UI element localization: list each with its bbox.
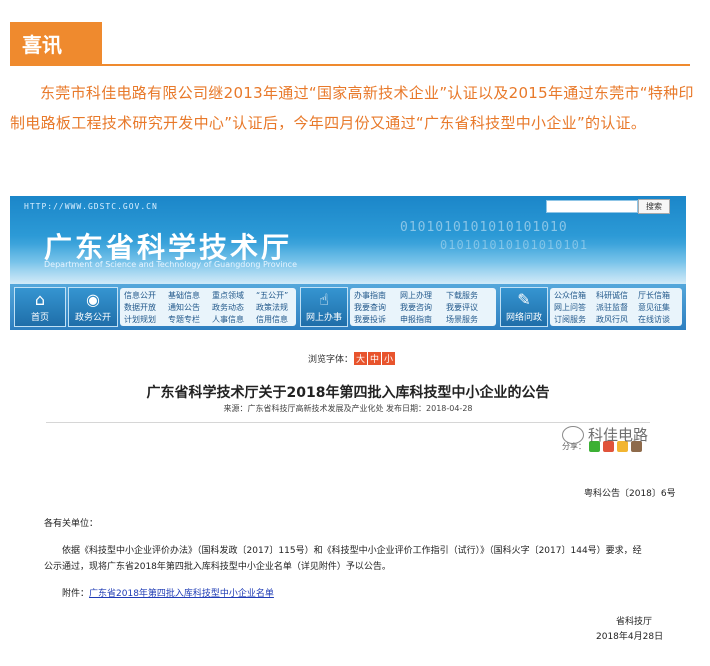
- nav-link[interactable]: 我要评议: [446, 302, 478, 314]
- attach-label: 附件：: [62, 589, 90, 599]
- nav-link[interactable]: “五公开”: [256, 290, 288, 302]
- site-nav: ⌂ 首页 ◉ 政务公开 信息公开 数据开放 计划规划 基础信息 通知公告 专题专栏 重点…: [10, 284, 686, 330]
- nav-link[interactable]: 政务动态: [212, 302, 244, 314]
- nav-link[interactable]: 人事信息: [212, 314, 244, 326]
- watermark-text: 科佳电路: [588, 426, 649, 444]
- doc-meta: 来源：广东省科技厅高新技术发展及产业化处 发布日期：2018-04-28: [223, 404, 473, 413]
- site-search-button[interactable]: 搜索: [638, 199, 670, 214]
- nav-affairs-label: 政务公开: [74, 313, 111, 323]
- attachment-link[interactable]: 广东省2018年第四批入库科技型中小企业名单: [89, 589, 274, 599]
- nav-link[interactable]: 派驻监督: [596, 302, 628, 314]
- doc-date: 2018年4月28日: [596, 632, 664, 642]
- doc-salutation: 各有关单位：: [44, 519, 99, 529]
- nav-home[interactable]: ⌂ 首页: [14, 287, 66, 327]
- nav-net-qa[interactable]: ✎ 网络问政: [500, 287, 548, 327]
- qa-links: 公众信箱 网上问答 订阅服务 科研诚信 派驻监督 政风行风 厅长信箱 意见征集 在线访谈: [550, 288, 682, 326]
- nav-link[interactable]: 网上问答: [554, 302, 586, 314]
- badge-label: 喜讯: [22, 32, 62, 57]
- affairs-links: 信息公开 数据开放 计划规划 基础信息 通知公告 专题专栏 重点领域 政务动态 人事信息 “…: [120, 288, 296, 326]
- font-size-large[interactable]: 大: [354, 352, 368, 365]
- nav-online[interactable]: ☝ 网上办事: [300, 287, 348, 327]
- site-banner: HTTP://WWW.GDSTC.GOV.CN 0101010101010101…: [10, 196, 686, 284]
- nav-link[interactable]: 我要投诉: [354, 314, 386, 326]
- nav-link[interactable]: 我要咨询: [400, 302, 432, 314]
- nav-link[interactable]: 科研诚信: [596, 290, 628, 302]
- eye-icon: ◉: [86, 290, 100, 309]
- watermark: 科佳电路: [562, 424, 648, 445]
- nav-link[interactable]: 申报指南: [400, 314, 432, 326]
- nav-link[interactable]: 专题专栏: [168, 314, 200, 326]
- nav-link[interactable]: 计划规划: [124, 314, 156, 326]
- doc-signature: 省科技厅: [616, 617, 653, 627]
- nav-link[interactable]: 信用信息: [256, 314, 288, 326]
- nav-online-label: 网上办事: [305, 313, 342, 323]
- nav-home-label: 首页: [30, 313, 49, 323]
- nav-net-qa-label: 网络问政: [505, 313, 542, 323]
- nav-link[interactable]: 下载服务: [446, 290, 478, 302]
- hand-icon: ☝: [319, 290, 329, 309]
- nav-link[interactable]: 数据开放: [124, 302, 156, 314]
- nav-link[interactable]: 我要查询: [354, 302, 386, 314]
- site-url: HTTP://WWW.GDSTC.GOV.CN: [24, 202, 158, 211]
- nav-link[interactable]: 通知公告: [168, 302, 200, 314]
- home-icon: ⌂: [34, 290, 46, 309]
- nav-link[interactable]: 公众信箱: [554, 290, 586, 302]
- nav-link[interactable]: 意见征集: [638, 302, 670, 314]
- nav-link[interactable]: 重点领域: [212, 290, 244, 302]
- doc-number: 粤科公告〔2018〕6号: [584, 489, 676, 499]
- online-links: 办事指南 我要查询 我要投诉 网上办理 我要咨询 申报指南 下载服务 我要评议 场景服务: [350, 288, 496, 326]
- nav-link[interactable]: 基础信息: [168, 290, 200, 302]
- nav-link[interactable]: 厅长信箱: [638, 290, 670, 302]
- nav-affairs[interactable]: ◉ 政务公开: [68, 287, 118, 327]
- wechat-logo-icon: [562, 425, 584, 444]
- title-divider: [46, 422, 650, 423]
- nav-link[interactable]: 政风行风: [596, 314, 628, 326]
- header-divider: [10, 64, 690, 66]
- nav-link[interactable]: 网上办理: [400, 290, 432, 302]
- font-size-small[interactable]: 小: [382, 352, 396, 365]
- pen-icon: ✎: [517, 290, 531, 309]
- doc-attachment: 附件：广东省2018年第四批入库科技型中小企业名单: [62, 586, 274, 599]
- banner-binary-text: 0101010101010101010: [400, 220, 568, 235]
- font-size-label: 浏览字体：: [308, 355, 354, 365]
- font-size-selector: 浏览字体：大中小: [308, 352, 396, 365]
- doc-body: 依据《科技型中小企业评价办法》（国科发政〔2017〕115号）和《科技型中小企业…: [44, 546, 642, 572]
- banner-binary-text-2: 010101010101010101: [440, 238, 589, 252]
- nav-link[interactable]: 在线访谈: [638, 314, 670, 326]
- nav-link[interactable]: 办事指南: [354, 290, 386, 302]
- nav-link[interactable]: 场景服务: [446, 314, 478, 326]
- font-size-medium[interactable]: 中: [368, 352, 382, 365]
- site-search-input[interactable]: [546, 200, 638, 213]
- doc-title: 广东省科学技术厅关于2018年第四批入库科技型中小企业的公告: [146, 385, 550, 401]
- news-badge: 喜讯: [10, 22, 102, 64]
- intro-paragraph: 东莞市科佳电路有限公司继2013年通过“国家高新技术企业”认证以及2015年通过…: [10, 84, 694, 132]
- site-subtitle: Department of Science and Technology of …: [44, 260, 297, 269]
- nav-link[interactable]: 信息公开: [124, 290, 156, 302]
- nav-link[interactable]: 政策法规: [256, 302, 288, 314]
- nav-link[interactable]: 订阅服务: [554, 314, 586, 326]
